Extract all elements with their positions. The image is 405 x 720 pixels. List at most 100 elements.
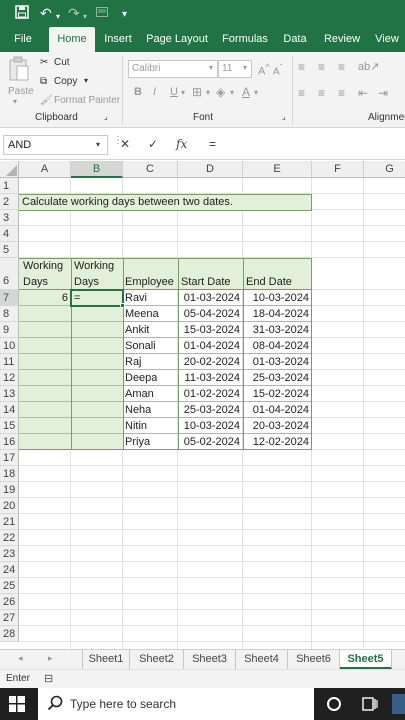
row-header[interactable]: 26	[0, 594, 19, 610]
copy-button[interactable]: Copy	[54, 76, 77, 87]
start-date-cell[interactable]: 11-03-2024	[180, 370, 240, 386]
row-header[interactable]: 16	[0, 434, 19, 450]
header-working-days-a-line2[interactable]: Days	[23, 274, 48, 290]
name-box[interactable]: AND	[3, 135, 108, 155]
worksheet-grid[interactable]: A B C D E F G 1 2 3 4 5 6 7 8 9 10 11 12 13 14 15 16 17 1…	[0, 161, 405, 649]
borders-dropdown-icon[interactable]: ▾	[206, 88, 210, 97]
row-header[interactable]: 24	[0, 562, 19, 578]
italic-button[interactable]: I	[153, 86, 156, 98]
row-header[interactable]: 20	[0, 498, 19, 514]
save-icon[interactable]	[15, 5, 29, 22]
title-cell[interactable]: Calculate working days between two dates…	[22, 194, 233, 210]
row-header[interactable]: 25	[0, 578, 19, 594]
row-header[interactable]: 15	[0, 418, 19, 434]
tab-formulas[interactable]: Formulas	[220, 27, 270, 52]
start-date-cell[interactable]: 15-03-2024	[180, 322, 240, 338]
row-header[interactable]: 18	[0, 466, 19, 482]
paste-button[interactable]: Paste	[8, 86, 34, 97]
tab-view[interactable]: View	[372, 27, 402, 52]
scroll-left-icon[interactable]: ◂	[18, 653, 23, 664]
name-box-dropdown-icon[interactable]: ▾	[96, 140, 100, 149]
borders-icon[interactable]: ⊞	[192, 85, 202, 99]
cell-a7[interactable]: 6	[22, 290, 68, 306]
header-working-days-a-line1[interactable]: Working	[23, 258, 63, 274]
column-header-g[interactable]: G	[364, 161, 405, 178]
column-header-a[interactable]: A	[19, 161, 71, 178]
font-name-dropdown-icon[interactable]: ▾	[209, 63, 213, 72]
end-date-cell[interactable]: 01-03-2024	[245, 354, 309, 370]
employee-cell[interactable]: Raj	[125, 354, 142, 370]
customize-toolbar-icon[interactable]: ▾	[122, 7, 127, 23]
middle-align-icon[interactable]: ≡	[318, 60, 325, 74]
end-date-cell[interactable]: 12-02-2024	[245, 434, 309, 450]
start-date-cell[interactable]: 01-04-2024	[180, 338, 240, 354]
align-right-icon[interactable]: ≡	[338, 86, 345, 100]
sheet-tab-sheet6[interactable]: Sheet6	[288, 650, 340, 669]
taskbar-search-box[interactable]: Type here to search	[38, 688, 314, 720]
employee-cell[interactable]: Neha	[125, 402, 151, 418]
font-color-dropdown-icon[interactable]: ▾	[254, 88, 258, 97]
font-color-icon[interactable]: A	[242, 85, 250, 99]
start-date-cell[interactable]: 25-03-2024	[180, 402, 240, 418]
windows-start-icon[interactable]	[9, 696, 25, 715]
underline-button[interactable]: U	[170, 86, 178, 98]
start-date-cell[interactable]: 20-02-2024	[180, 354, 240, 370]
end-date-cell[interactable]: 25-03-2024	[245, 370, 309, 386]
copy-dropdown-icon[interactable]: ▾	[84, 76, 88, 85]
header-working-days-b-line1[interactable]: Working	[74, 258, 114, 274]
column-header-d[interactable]: D	[178, 161, 243, 178]
row-header[interactable]: 13	[0, 386, 19, 402]
row-header[interactable]: 7	[0, 290, 19, 306]
start-date-cell[interactable]: 01-02-2024	[180, 386, 240, 402]
increase-indent-icon[interactable]: ⇥	[378, 86, 388, 100]
font-name-select[interactable]: Calibri	[128, 60, 218, 78]
row-header[interactable]: 4	[0, 226, 19, 242]
bottom-align-icon[interactable]: ≡	[338, 60, 345, 74]
row-header[interactable]: 1	[0, 178, 19, 194]
shrink-font-icon[interactable]: Aˇ	[273, 62, 282, 77]
font-size-dropdown-icon[interactable]: ▾	[243, 63, 247, 72]
align-center-icon[interactable]: ≡	[318, 86, 325, 100]
tab-page-layout[interactable]: Page Layout	[145, 27, 209, 52]
column-header-b[interactable]: B	[71, 161, 123, 178]
row-header[interactable]: 23	[0, 546, 19, 562]
enter-icon[interactable]: ✓	[148, 137, 158, 151]
tab-data[interactable]: Data	[280, 27, 310, 52]
cancel-icon[interactable]: ✕	[120, 137, 130, 151]
employee-cell[interactable]: Sonali	[125, 338, 156, 354]
start-date-cell[interactable]: 10-03-2024	[180, 418, 240, 434]
decrease-indent-icon[interactable]: ⇤	[358, 86, 368, 100]
undo-icon[interactable]: ↶	[40, 5, 52, 21]
redo-dropdown-icon[interactable]: ▾	[83, 9, 87, 25]
end-date-cell[interactable]: 01-04-2024	[245, 402, 309, 418]
row-header[interactable]: 19	[0, 482, 19, 498]
end-date-cell[interactable]: 15-02-2024	[245, 386, 309, 402]
format-painter-button[interactable]: Format Painter	[54, 95, 120, 106]
row-header[interactable]: 17	[0, 450, 19, 466]
paste-icon[interactable]	[8, 56, 30, 87]
cut-button[interactable]: Cut	[54, 57, 70, 68]
header-working-days-b-line2[interactable]: Days	[74, 274, 99, 290]
header-start-date[interactable]: Start Date	[181, 274, 231, 290]
row-header[interactable]: 12	[0, 370, 19, 386]
end-date-cell[interactable]: 31-03-2024	[245, 322, 309, 338]
top-align-icon[interactable]: ≡	[298, 60, 305, 74]
formula-input[interactable]: =	[209, 137, 216, 151]
row-header[interactable]: 27	[0, 610, 19, 626]
row-header[interactable]: 5	[0, 242, 19, 258]
row-header[interactable]: 10	[0, 338, 19, 354]
employee-cell[interactable]: Nitin	[125, 418, 147, 434]
start-date-cell[interactable]: 05-04-2024	[180, 306, 240, 322]
quick-print-icon[interactable]	[95, 5, 109, 22]
header-end-date[interactable]: End Date	[246, 274, 292, 290]
undo-dropdown-icon[interactable]: ▾	[56, 9, 60, 25]
grow-font-icon[interactable]: A^	[258, 62, 270, 78]
row-header[interactable]: 21	[0, 514, 19, 530]
employee-cell[interactable]: Ravi	[125, 290, 147, 306]
font-launcher-icon[interactable]: ⌟	[282, 112, 286, 121]
macro-record-icon[interactable]: ⊟	[44, 672, 53, 685]
row-header[interactable]: 8	[0, 306, 19, 322]
orientation-icon[interactable]: ab↗	[358, 60, 379, 73]
column-header-e[interactable]: E	[243, 161, 312, 178]
fill-handle[interactable]	[120, 303, 125, 308]
